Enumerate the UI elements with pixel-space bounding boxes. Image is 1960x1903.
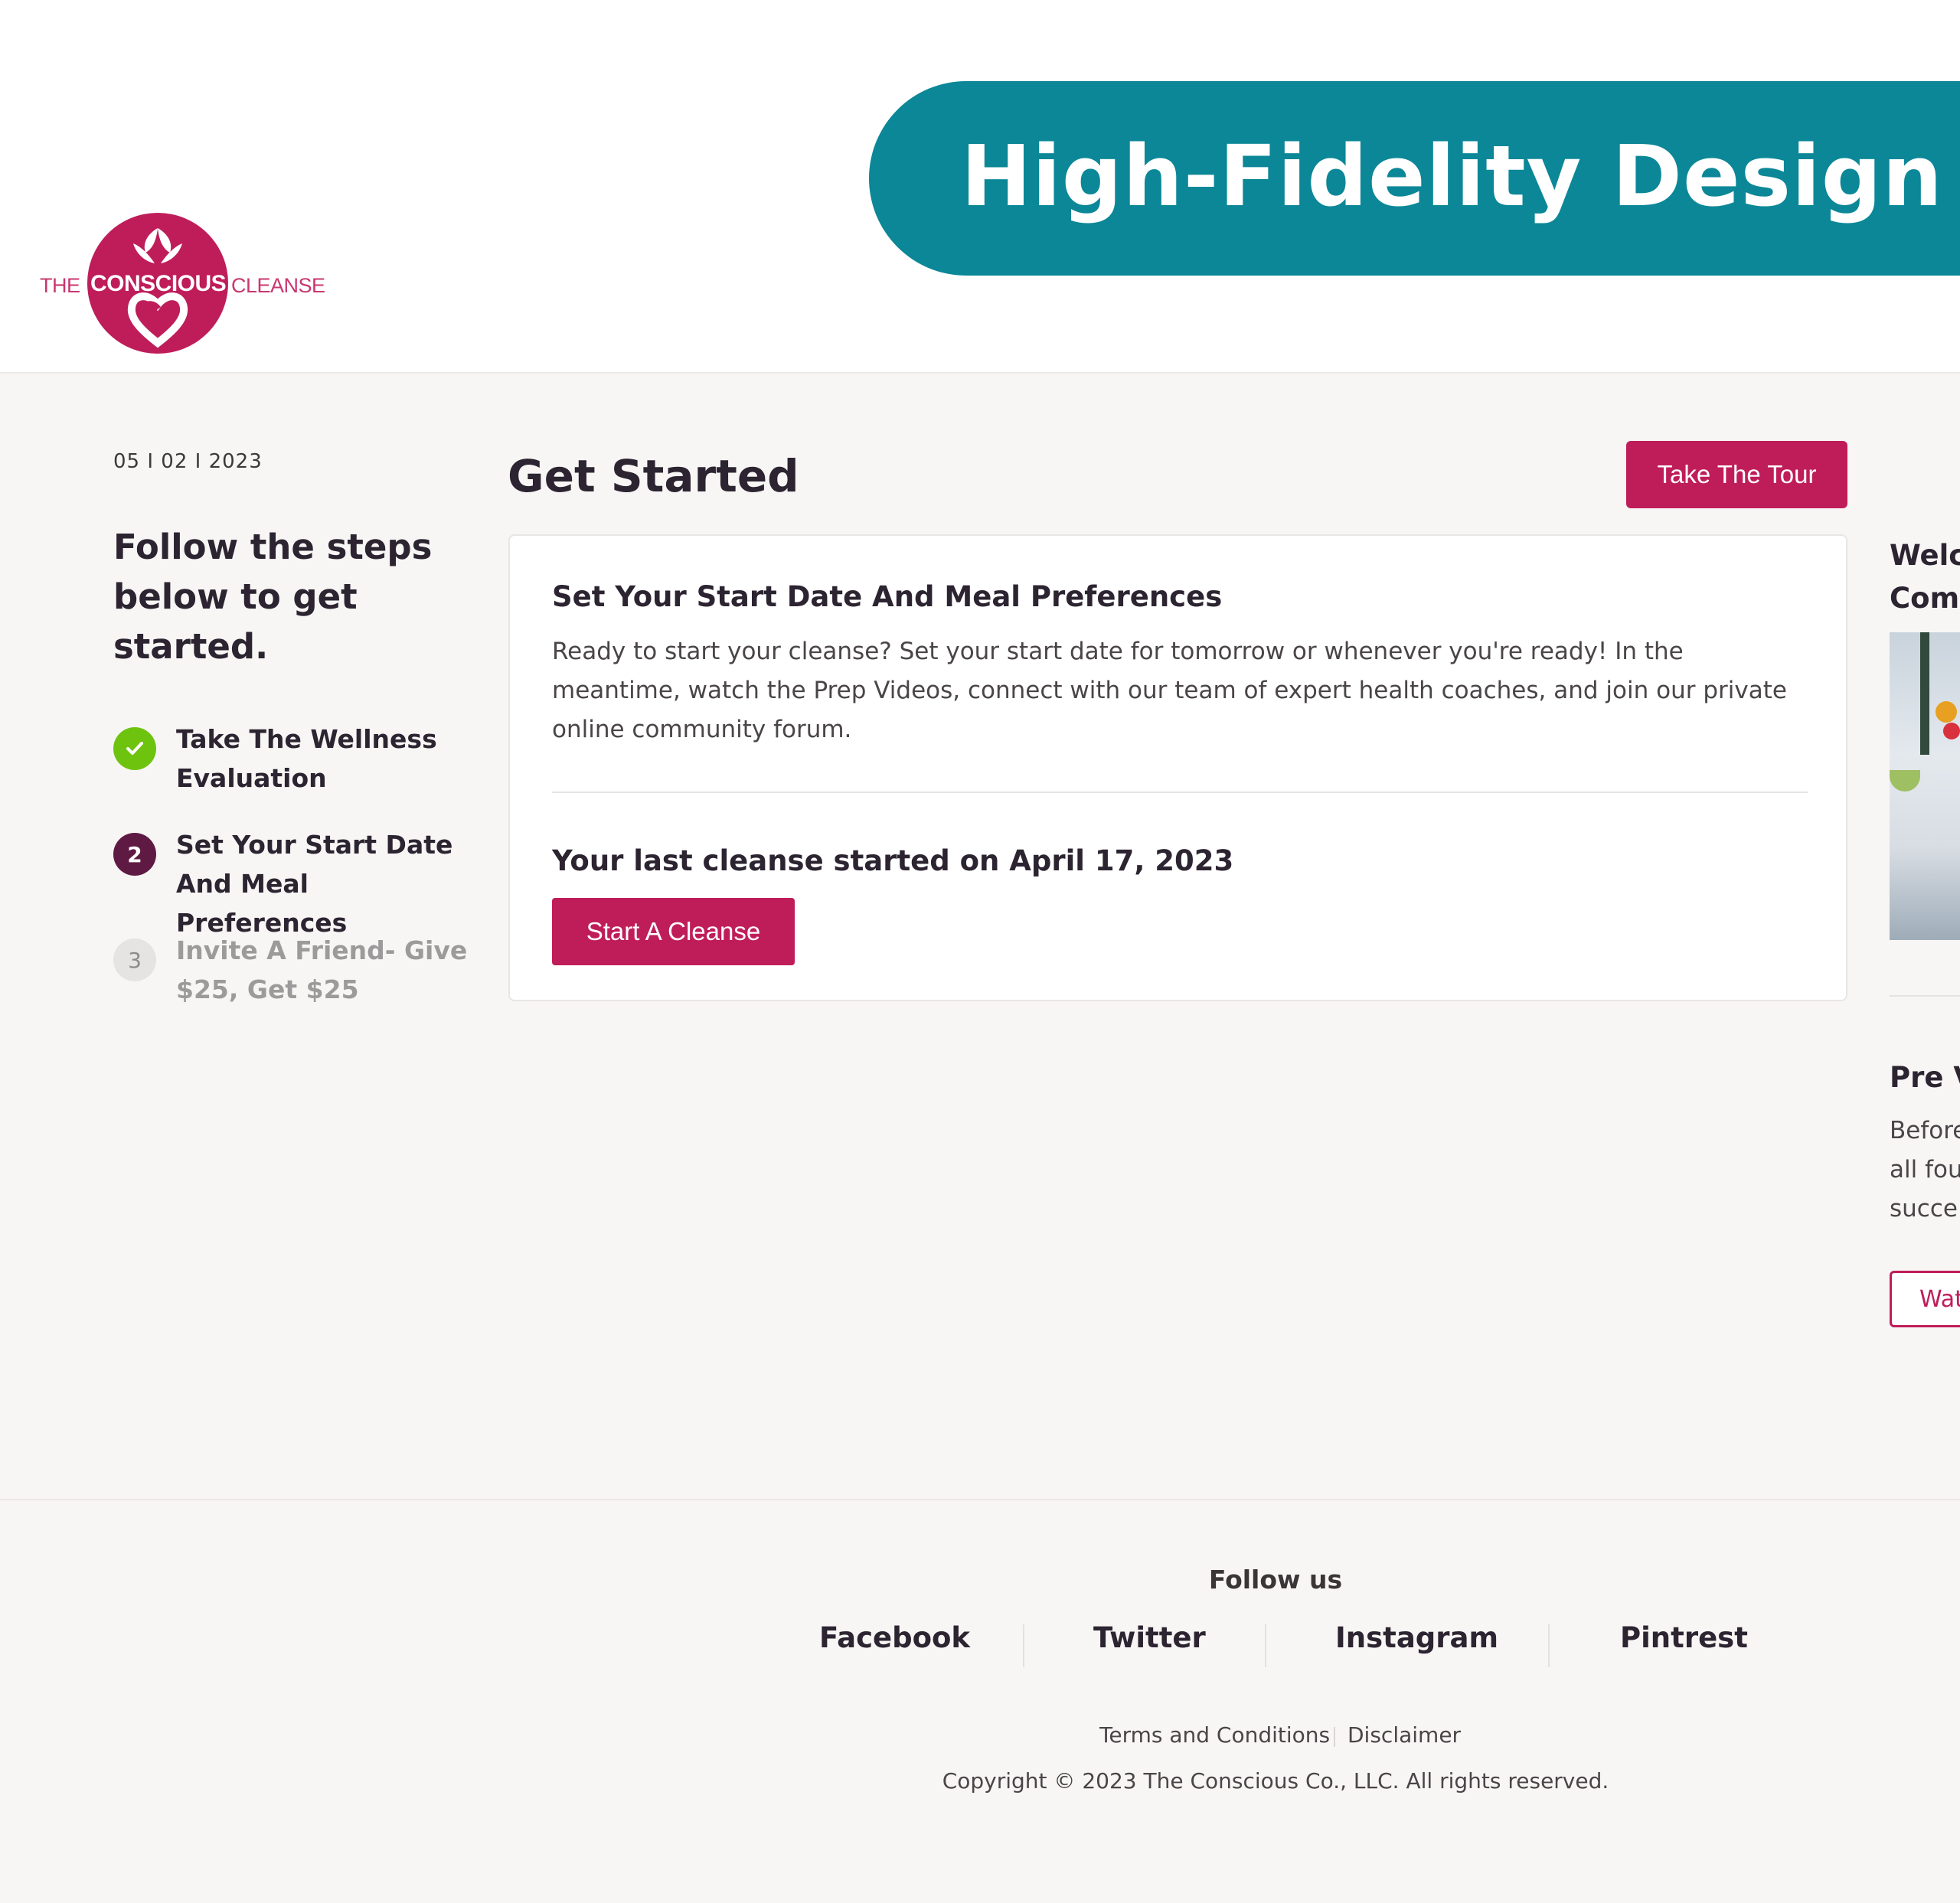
step-number: 3 bbox=[113, 938, 156, 981]
facebook-link[interactable]: Facebook bbox=[819, 1621, 970, 1654]
twitter-link[interactable]: Twitter bbox=[1093, 1621, 1206, 1654]
logo-text-conscious: CONSCIOUS bbox=[90, 271, 227, 296]
flower bbox=[1943, 723, 1960, 739]
logo-text-cleanse: CLEANSE bbox=[231, 274, 325, 297]
window-frame bbox=[1920, 632, 1929, 755]
main-content: 05 I 02 I 2023 Follow the steps below to… bbox=[0, 372, 1960, 1499]
start-date-card: Set Your Start Date And Meal Preferences… bbox=[508, 534, 1847, 1001]
divider bbox=[1890, 995, 1960, 997]
social-links: Facebook Twitter Instagram Pintrest bbox=[789, 1621, 1761, 1669]
follow-us-label: Follow us bbox=[1208, 1565, 1343, 1595]
check-icon bbox=[113, 727, 156, 770]
right-column: Welc Comm Pre V Before all fou succe Wat bbox=[1890, 374, 1960, 1369]
divider bbox=[1265, 1624, 1266, 1667]
flower bbox=[1936, 701, 1957, 723]
steps-heading: Follow the steps below to get started. bbox=[113, 527, 433, 667]
brand-logo[interactable]: THE CONSCIOUS CLEANSE bbox=[40, 213, 331, 358]
bowl bbox=[1890, 770, 1920, 792]
step-label: Invite A Friend- Give $25, Get $25 bbox=[176, 935, 468, 1004]
card-title: Set Your Start Date And Meal Preferences bbox=[552, 580, 1223, 613]
take-tour-button[interactable]: Take The Tour bbox=[1626, 441, 1847, 508]
divider bbox=[552, 792, 1808, 793]
disclaimer-link[interactable]: Disclaimer bbox=[1348, 1722, 1461, 1748]
page-title: Get Started bbox=[508, 450, 799, 502]
welcome-heading: Welc Comm bbox=[1890, 539, 1960, 615]
kitchen-image[interactable] bbox=[1890, 632, 1960, 940]
step-wellness-evaluation[interactable]: Take The Wellness Evaluation bbox=[113, 720, 473, 804]
step-label: Take The Wellness Evaluation bbox=[176, 724, 437, 793]
step-start-date[interactable]: 2 Set Your Start Date And Meal Preferenc… bbox=[113, 825, 473, 938]
card-description: Ready to start your cleanse? Set your st… bbox=[552, 638, 1787, 743]
last-cleanse-text: Your last cleanse started on April 17, 2… bbox=[552, 844, 1234, 877]
divider bbox=[1548, 1624, 1550, 1667]
site-footer: Follow us Facebook Twitter Instagram Pin… bbox=[0, 1499, 1960, 1903]
terms-link[interactable]: Terms and Conditions bbox=[1099, 1722, 1330, 1748]
site-header: THE CONSCIOUS CLEANSE High-Fidelity Desi… bbox=[0, 0, 1960, 372]
instagram-link[interactable]: Instagram bbox=[1335, 1621, 1498, 1654]
current-date: 05 I 02 I 2023 bbox=[113, 450, 263, 473]
divider bbox=[1334, 1727, 1335, 1747]
prep-videos-description: Before all fou succe bbox=[1890, 1117, 1960, 1222]
logo-text-the: THE bbox=[40, 274, 80, 297]
step-number: 2 bbox=[113, 833, 156, 876]
prep-videos-heading: Pre V bbox=[1890, 1061, 1960, 1094]
pinterest-link[interactable]: Pintrest bbox=[1620, 1621, 1748, 1654]
design-banner-label: High-Fidelity Design bbox=[961, 127, 1943, 225]
divider bbox=[1023, 1624, 1024, 1667]
start-cleanse-button[interactable]: Start A Cleanse bbox=[552, 898, 795, 965]
step-label: Set Your Start Date And Meal Preferences bbox=[176, 830, 453, 938]
watch-button[interactable]: Wat bbox=[1890, 1271, 1960, 1327]
copyright-text: Copyright © 2023 The Conscious Co., LLC.… bbox=[942, 1768, 1609, 1794]
design-banner: High-Fidelity Design bbox=[869, 81, 1960, 276]
step-invite-friend[interactable]: 3 Invite A Friend- Give $25, Get $25 bbox=[113, 931, 473, 1015]
